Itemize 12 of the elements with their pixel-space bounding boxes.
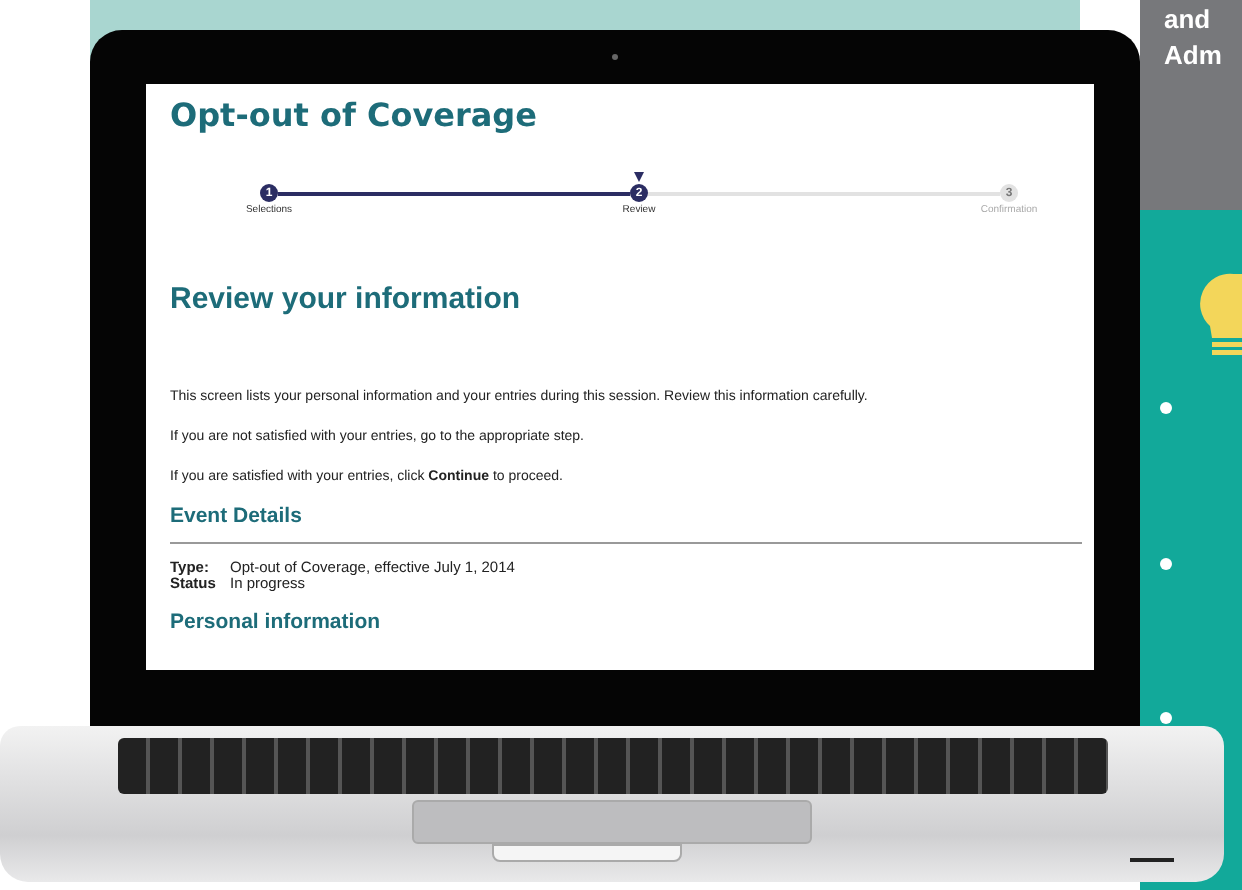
panel-heading-text: Adm [1164, 38, 1224, 74]
page-title: Opt-out of Coverage [170, 96, 539, 136]
panel-heading-text: and [1164, 2, 1213, 38]
bullet-icon [1160, 558, 1172, 570]
indicator-light-icon [1130, 858, 1174, 862]
camera-icon [612, 54, 618, 60]
subsection-heading: Personal information [170, 610, 383, 636]
bullet-icon [1160, 402, 1172, 414]
lightbulb-icon [1194, 270, 1242, 358]
bullet-icon [1160, 712, 1172, 724]
section-heading: Review your information [170, 282, 523, 318]
subsection-heading: Event Details [170, 504, 304, 530]
